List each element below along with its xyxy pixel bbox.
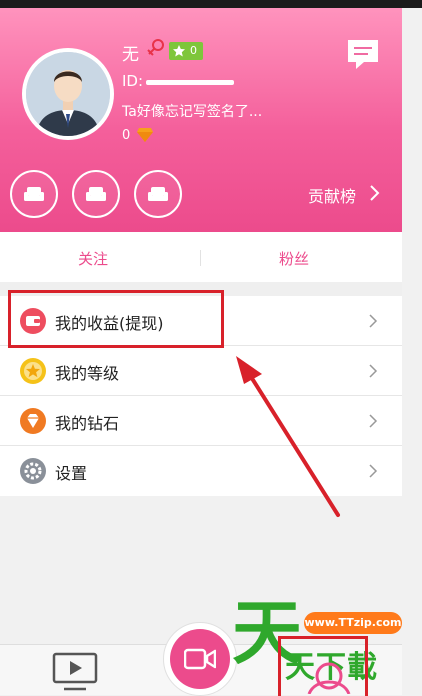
start-live-button[interactable] [170,629,230,689]
profile-person-icon[interactable] [306,660,352,694]
live-tv-icon[interactable] [52,652,98,692]
watermark-url: www.TTzip.com [304,612,402,634]
annotation-arrow [236,356,340,517]
video-camera-icon [184,648,216,670]
